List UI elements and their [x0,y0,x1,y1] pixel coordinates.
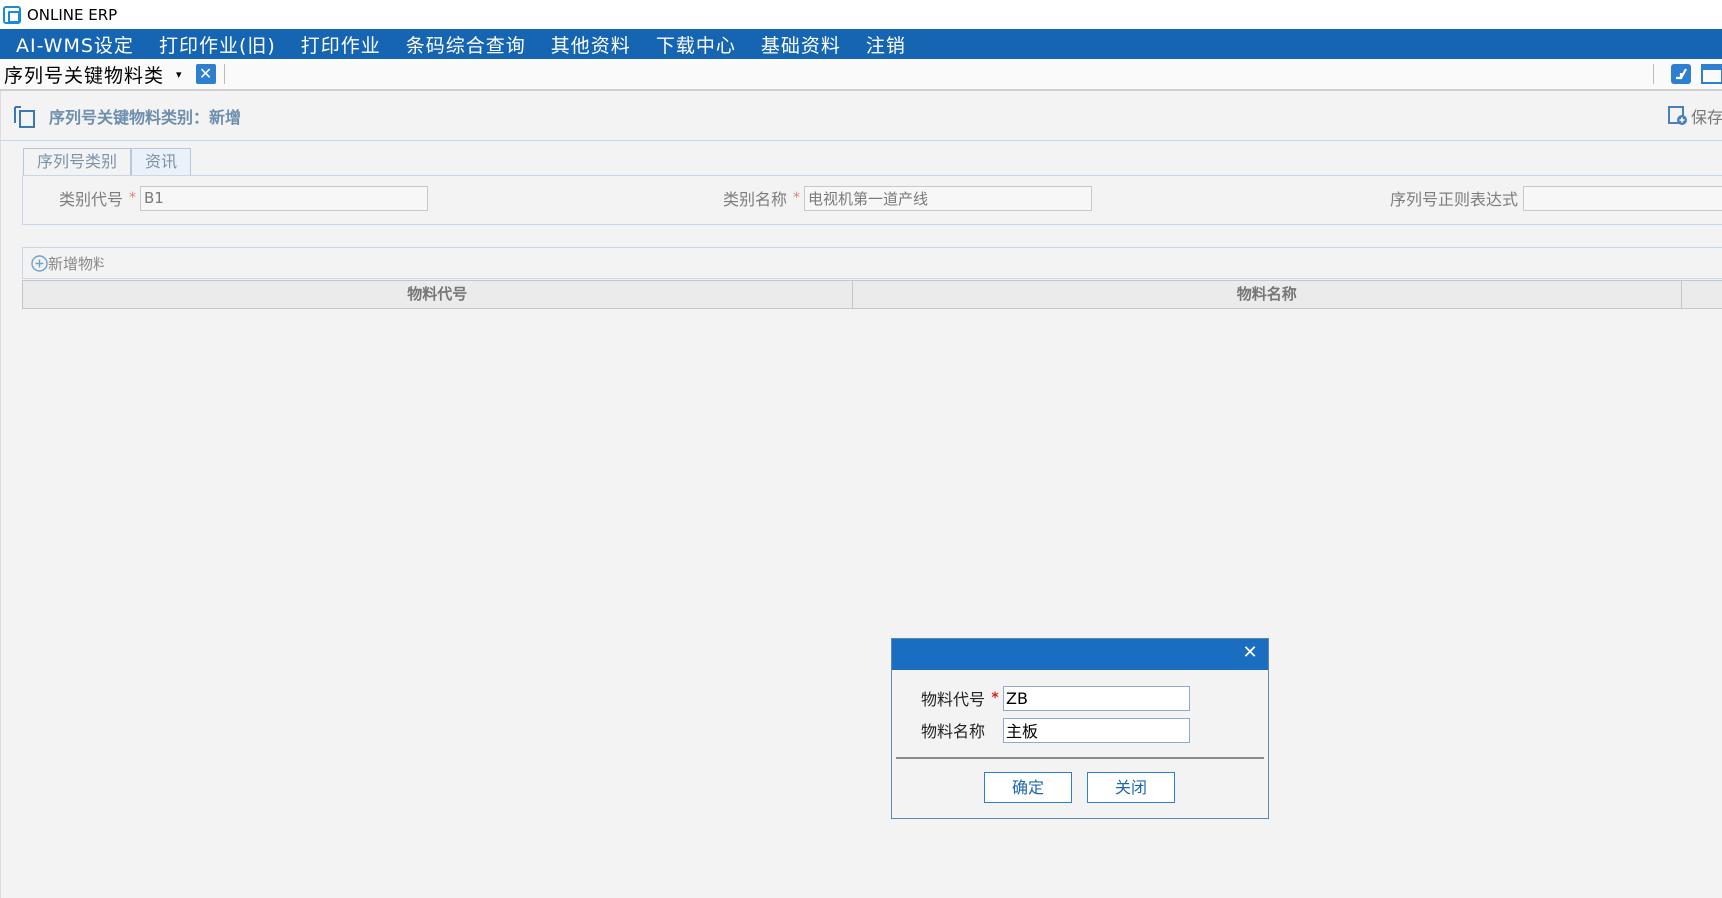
add-material-dialog: ✕ 物料代号 * 物料名称 确定 关闭 [891,638,1269,819]
category-name-field: 类别名称 * [723,184,1093,212]
content-area: 序列号关键物料类别：新增 保存 序列号类别 资讯 类别代号 * 类别名称 * 序… [0,91,1722,898]
dialog-titlebar: ✕ [892,639,1268,670]
app-logo-icon [3,5,21,24]
window-title: ONLINE ERP [27,5,118,24]
category-fields-panel: 类别代号 * 类别名称 * 序列号正则表达式 [22,175,1722,225]
dialog-name-label: 物料名称 [921,722,986,741]
category-code-field: 类别代号 * [59,184,429,212]
menu-item-other-data[interactable]: 其他资料 [535,31,631,58]
window-titlebar: ONLINE ERP [0,0,1722,29]
main-menubar: AI-WMS设定 打印作业(旧) 打印作业 条码综合查询 其他资料 下载中心 基… [0,29,1722,59]
tab-info[interactable]: 资讯 [131,148,192,176]
dialog-name-row: 物料名称 [921,717,1190,743]
serial-regex-input[interactable] [1523,185,1722,211]
document-tabbar: 序列号关键物料类 ▾ ✕ [0,59,1722,91]
serial-regex-label: 序列号正则表达式 [1390,190,1519,209]
restore-window-icon[interactable] [1670,63,1692,85]
column-material-name[interactable]: 物料名称 [853,281,1683,308]
material-name-input[interactable] [1003,717,1190,743]
dialog-code-row: 物料代号 * [921,685,1190,711]
dialog-close-icon[interactable]: ✕ [1240,643,1260,663]
category-name-label: 类别名称 [723,190,788,209]
material-code-input[interactable] [1003,685,1190,711]
required-mark: * [129,190,137,206]
menu-item-wms-settings[interactable]: AI-WMS设定 [0,31,134,58]
confirm-button[interactable]: 确定 [984,772,1072,803]
serial-regex-field: 序列号正则表达式 [1390,184,1722,212]
column-material-code[interactable]: 物料代号 [23,281,853,308]
save-button[interactable]: 保存 [1667,104,1722,128]
tab-serial-category[interactable]: 序列号类别 [23,148,132,176]
category-name-input[interactable] [804,185,1093,211]
menu-item-logout[interactable]: 注销 [850,31,906,58]
add-material-button[interactable]: 新增物料 [48,253,104,274]
save-icon [1667,106,1687,125]
menu-item-barcode-query[interactable]: 条码综合查询 [390,31,526,58]
close-button[interactable]: 关闭 [1087,772,1175,803]
required-mark: * [991,690,999,706]
form-subtabs: 序列号类别 资讯 [23,148,192,176]
save-label: 保存 [1690,108,1722,127]
toolbar-divider [223,64,225,84]
category-code-label: 类别代号 [59,190,124,209]
category-code-input[interactable] [140,185,429,211]
dialog-code-label: 物料代号 [921,690,986,709]
materials-grid-header: 物料代号 物料名称 [22,280,1722,309]
close-tab-icon[interactable]: ✕ [195,64,216,84]
toolbar-divider [1653,64,1654,84]
maximize-window-icon[interactable] [1700,63,1722,85]
chevron-down-icon[interactable]: ▾ [176,68,182,81]
grid-toolbar: 新增物料 [22,247,1722,279]
tabbar-right-tools [1653,63,1722,85]
column-extra [1682,281,1722,308]
form-header: 序列号关键物料类别：新增 保存 [1,91,1722,141]
form-title: 序列号关键物料类别：新增 [49,107,242,127]
required-mark: * [793,190,801,206]
menu-item-print[interactable]: 打印作业 [285,31,381,58]
tab-serial-material-category[interactable]: 序列号关键物料类 [0,61,164,88]
menu-item-print-old[interactable]: 打印作业(旧) [143,31,276,58]
document-copy-icon [14,105,35,128]
dialog-divider [896,757,1264,759]
add-circle-icon[interactable] [31,254,48,272]
menu-item-basic-data[interactable]: 基础资料 [745,31,841,58]
menu-item-download-center[interactable]: 下载中心 [640,31,736,58]
